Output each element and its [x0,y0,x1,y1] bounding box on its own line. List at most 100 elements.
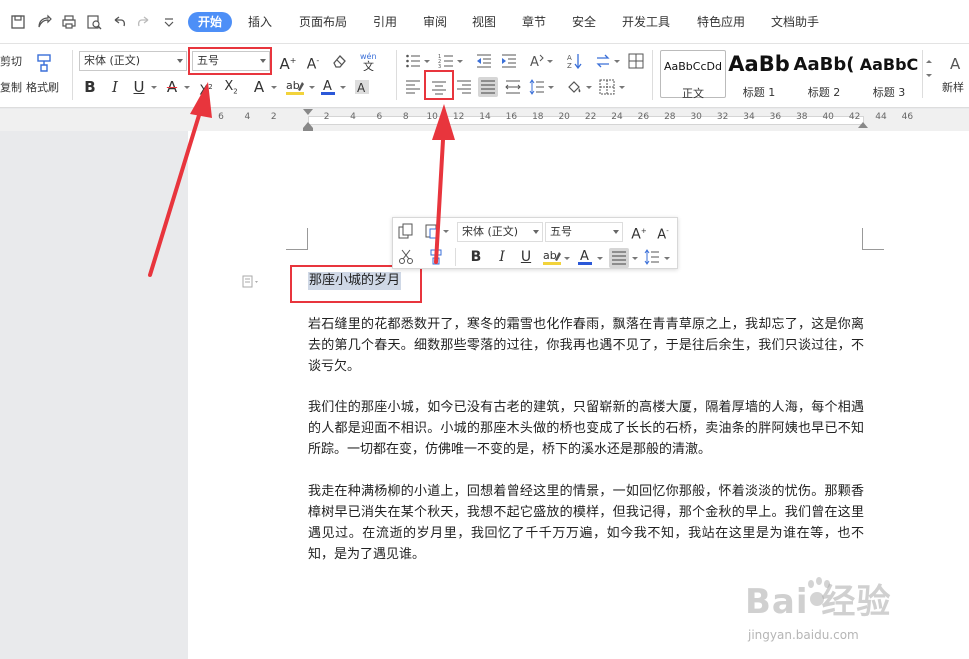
chevron-down-icon[interactable] [597,257,603,260]
copy-icon[interactable] [398,223,414,239]
new-style-button[interactable]: 新样 [942,81,964,95]
float-italic-icon[interactable]: I [494,248,510,266]
paragraph-layout-icon[interactable] [242,275,262,289]
numbered-list-icon[interactable]: 123 [437,52,455,70]
tab-section[interactable]: 章节 [522,14,546,30]
strikethrough-icon[interactable]: A [163,78,181,96]
float-underline-icon[interactable]: U [518,248,534,266]
tab-review[interactable]: 审阅 [423,14,447,30]
print-icon[interactable] [61,14,77,30]
bold-icon[interactable]: B [82,78,98,96]
tab-developer[interactable]: 开发工具 [622,14,670,30]
float-format-painter-icon[interactable] [428,249,444,265]
tab-security[interactable]: 安全 [572,14,596,30]
customize-quick-access-icon[interactable] [161,14,177,30]
float-font-size-select[interactable]: 五号 [545,222,623,242]
style-heading-2[interactable]: AaBb( 标题 2 [791,50,857,99]
float-line-spacing-icon[interactable] [644,249,660,265]
justify-icon[interactable] [478,77,498,97]
save-icon[interactable] [10,14,26,30]
increase-font-size-icon[interactable]: A+ [278,52,298,73]
float-font-name-select[interactable]: 宋体 (正文) [457,222,543,242]
chevron-down-icon[interactable] [340,86,346,89]
float-font-color-icon[interactable]: A [577,249,593,265]
tab-page-layout[interactable]: 页面布局 [299,14,347,30]
chevron-down-icon[interactable] [664,257,670,260]
chevron-down-icon[interactable] [547,60,553,63]
float-decrease-font-icon[interactable]: A- [653,222,673,244]
chevron-down-icon[interactable] [632,257,638,260]
paragraph-2[interactable]: 我们住的那座小城，如今已没有古老的建筑，只留崭新的高楼大厦，隔着厚墙的人海，每个… [308,397,864,460]
paragraph-1[interactable]: 岩石缝里的花都悉数开了，寒冬的霜雪也化作春雨，飘落在青青草原之上，我却忘了，这是… [308,314,864,377]
superscript-icon[interactable]: X2 [197,78,215,100]
redo-icon[interactable] [136,14,152,30]
chevron-down-icon[interactable] [586,86,592,89]
subscript-icon[interactable]: X2 [222,78,240,101]
cut-icon[interactable] [398,249,414,265]
right-indent-marker[interactable] [858,122,868,128]
chevron-up-icon[interactable] [926,60,932,63]
paragraph-3[interactable]: 我走在种满杨柳的小道上，回想着曾经这里的情景，一如回忆你那般，怀着淡淡的忧伤。那… [308,481,864,565]
chevron-down-icon[interactable] [614,60,620,63]
highlight-color-icon[interactable]: ab [284,78,306,96]
pinyin-guide-icon[interactable]: wén 文 [358,50,388,72]
line-spacing-icon[interactable] [528,78,546,96]
italic-icon[interactable]: I [107,78,123,96]
show-hide-marks-icon[interactable] [594,52,612,70]
float-bold-icon[interactable]: B [468,248,484,266]
tab-view[interactable]: 视图 [472,14,496,30]
export-pdf-icon[interactable] [36,14,52,30]
cut-button[interactable]: 剪切 [0,55,22,69]
borders-icon[interactable] [598,78,616,96]
chevron-down-icon[interactable] [309,86,315,89]
tab-home[interactable]: 开始 [188,12,233,32]
chevron-down-icon[interactable] [424,60,430,63]
float-highlight-icon[interactable]: ab [542,249,562,265]
float-justify-icon[interactable] [609,248,629,268]
chevron-down-icon[interactable] [926,74,932,77]
decrease-indent-icon[interactable] [475,52,493,70]
text-effect-icon[interactable]: A [250,78,268,96]
first-line-indent-marker[interactable] [303,109,313,115]
undo-icon[interactable] [111,14,127,30]
increase-indent-icon[interactable] [500,52,518,70]
distributed-align-icon[interactable] [504,78,522,96]
chevron-down-icon[interactable] [151,86,157,89]
underline-icon[interactable]: U [131,78,147,96]
chevron-down-icon[interactable] [564,257,570,260]
tab-references[interactable]: 引用 [373,14,397,30]
text-direction-icon[interactable]: A [527,52,545,70]
style-heading-3[interactable]: AaBbC 标题 3 [856,50,922,99]
align-right-icon[interactable] [455,78,473,96]
decrease-font-size-icon[interactable]: A- [303,52,323,74]
styles-scroll[interactable] [922,50,934,98]
chevron-down-icon[interactable] [184,86,190,89]
new-style-icon[interactable]: A [948,54,966,72]
style-normal[interactable]: AaBbCcDd 正文 [660,50,726,100]
font-name-select[interactable]: 宋体 (正文) [79,51,187,71]
chevron-down-icon[interactable] [619,86,625,89]
horizontal-ruler[interactable]: 6 4 2 2 4 6 8 10 12 14 16 18 20 22 24 26 28 30 32 34 36 38 40 4… [0,109,969,131]
style-heading-1[interactable]: AaBb 标题 1 [726,50,792,99]
format-painter-icon[interactable] [33,52,55,74]
clear-format-icon[interactable] [330,52,348,70]
tab-insert[interactable]: 插入 [248,14,272,30]
format-painter-button[interactable]: 格式刷 [26,81,59,95]
align-left-icon[interactable] [404,78,422,96]
shading-fill-icon[interactable] [565,78,583,96]
tab-featured[interactable]: 特色应用 [697,14,745,30]
table-grid-icon[interactable] [627,52,645,70]
sort-icon[interactable]: AZ [565,52,583,70]
copy-button[interactable]: 复制 [0,81,22,95]
chevron-down-icon[interactable] [443,230,449,233]
character-shading-icon[interactable]: A [353,78,371,96]
bullet-list-icon[interactable] [404,52,422,70]
chevron-down-icon[interactable] [457,60,463,63]
chevron-down-icon[interactable] [271,86,277,89]
float-increase-font-icon[interactable]: A+ [629,222,649,244]
tab-doc-assistant[interactable]: 文档助手 [771,14,819,30]
chevron-down-icon[interactable] [548,86,554,89]
print-preview-icon[interactable] [86,14,102,30]
paste-icon[interactable] [424,223,440,239]
font-color-icon[interactable]: A [319,78,337,96]
